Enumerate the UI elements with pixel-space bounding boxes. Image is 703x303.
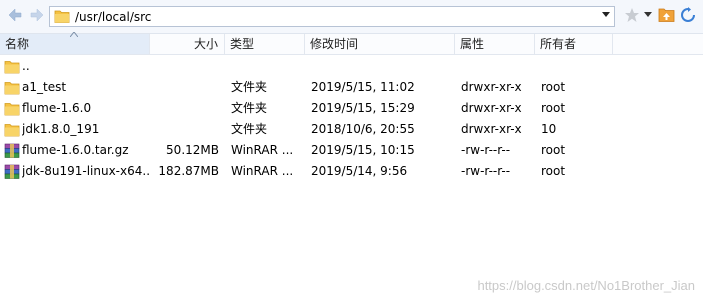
column-label-mtime: 修改时间 xyxy=(310,37,359,51)
toolbar: /usr/local/src xyxy=(0,0,703,34)
column-label-owner: 所有者 xyxy=(540,37,577,51)
file-size xyxy=(150,119,219,140)
address-path: /usr/local/src xyxy=(75,10,152,24)
file-name: jdk1.8.0_191 xyxy=(22,122,100,136)
file-permissions: drwxr-xr-x xyxy=(461,101,522,115)
column-header-type[interactable]: 类型 xyxy=(225,34,305,54)
file-type: 文件夹 xyxy=(231,101,268,115)
file-name: flume-1.6.0 xyxy=(22,101,92,115)
file-row[interactable]: jdk1.8.0_191 文件夹 2018/10/6, 20:55 drwxr-… xyxy=(0,119,703,140)
file-owner: root xyxy=(541,80,566,94)
folder-icon xyxy=(4,103,20,116)
file-permissions: drwxr-xr-x xyxy=(461,122,522,136)
file-row[interactable]: flume-1.6.0 文件夹 2019/5/15, 15:29 drwxr-x… xyxy=(0,98,703,119)
column-label-name: 名称 xyxy=(5,37,30,51)
column-header: 名称 大小 类型 修改时间 属性 所有者 xyxy=(0,32,703,55)
file-permissions: -rw-r--r-- xyxy=(461,143,511,157)
file-mtime: 2019/5/15, 15:29 xyxy=(311,101,415,115)
file-mtime: 2019/5/14, 9:56 xyxy=(311,164,408,178)
folder-icon xyxy=(4,124,20,137)
column-header-name[interactable]: 名称 xyxy=(0,32,150,54)
file-row[interactable]: a1_test 文件夹 2019/5/15, 11:02 drwxr-xr-x … xyxy=(0,77,703,98)
folder-icon xyxy=(54,10,70,23)
file-row[interactable]: flume-1.6.0.tar.gz 50.12MB WinRAR ... 20… xyxy=(0,140,703,161)
file-mtime: 2018/10/6, 20:55 xyxy=(311,122,415,136)
column-header-mtime[interactable]: 修改时间 xyxy=(305,34,455,54)
column-header-owner[interactable]: 所有者 xyxy=(535,34,613,54)
chevron-down-icon[interactable] xyxy=(602,12,610,18)
file-permissions: drwxr-xr-x xyxy=(461,80,522,94)
file-mtime: 2019/5/15, 10:15 xyxy=(311,143,415,157)
back-arrow-icon[interactable] xyxy=(6,6,24,24)
file-type: WinRAR ... xyxy=(231,143,294,157)
file-permissions: -rw-r--r-- xyxy=(461,164,511,178)
watermark: https://blog.csdn.net/No1Brother_Jian xyxy=(477,278,695,293)
file-size: 182.87MB xyxy=(158,164,219,178)
file-type: 文件夹 xyxy=(231,122,268,136)
file-size xyxy=(150,77,219,98)
file-size: 50.12MB xyxy=(166,143,219,157)
star-icon[interactable] xyxy=(624,7,640,23)
file-row[interactable]: jdk-8u191-linux-x64... 182.87MB WinRAR .… xyxy=(0,161,703,182)
column-header-attr[interactable]: 属性 xyxy=(455,34,535,54)
forward-arrow-icon[interactable] xyxy=(28,6,46,24)
file-size xyxy=(150,98,219,119)
file-name: a1_test xyxy=(22,80,67,94)
file-name: jdk-8u191-linux-x64... xyxy=(22,164,150,178)
chevron-down-icon[interactable] xyxy=(644,12,652,18)
address-bar[interactable]: /usr/local/src xyxy=(49,6,615,27)
file-type: 文件夹 xyxy=(231,80,268,94)
file-name: flume-1.6.0.tar.gz xyxy=(22,143,129,157)
file-mtime: 2019/5/15, 11:02 xyxy=(311,80,415,94)
sort-ascending-icon xyxy=(70,32,78,37)
file-owner: 10 xyxy=(541,122,557,136)
folder-icon xyxy=(4,61,20,74)
file-owner: root xyxy=(541,143,566,157)
winrar-archive-icon xyxy=(4,164,20,179)
file-owner: root xyxy=(541,164,566,178)
parent-folder-icon[interactable] xyxy=(658,7,675,23)
file-row[interactable]: .. xyxy=(0,56,703,77)
column-header-size[interactable]: 大小 xyxy=(150,34,225,54)
file-name: .. xyxy=(22,59,30,73)
file-owner: root xyxy=(541,101,566,115)
refresh-icon[interactable] xyxy=(680,7,696,23)
folder-icon xyxy=(4,82,20,95)
column-label-type: 类型 xyxy=(230,37,255,51)
file-type: WinRAR ... xyxy=(231,164,294,178)
column-label-attr: 属性 xyxy=(460,37,485,51)
column-label-size: 大小 xyxy=(193,37,218,51)
winrar-archive-icon xyxy=(4,143,20,158)
